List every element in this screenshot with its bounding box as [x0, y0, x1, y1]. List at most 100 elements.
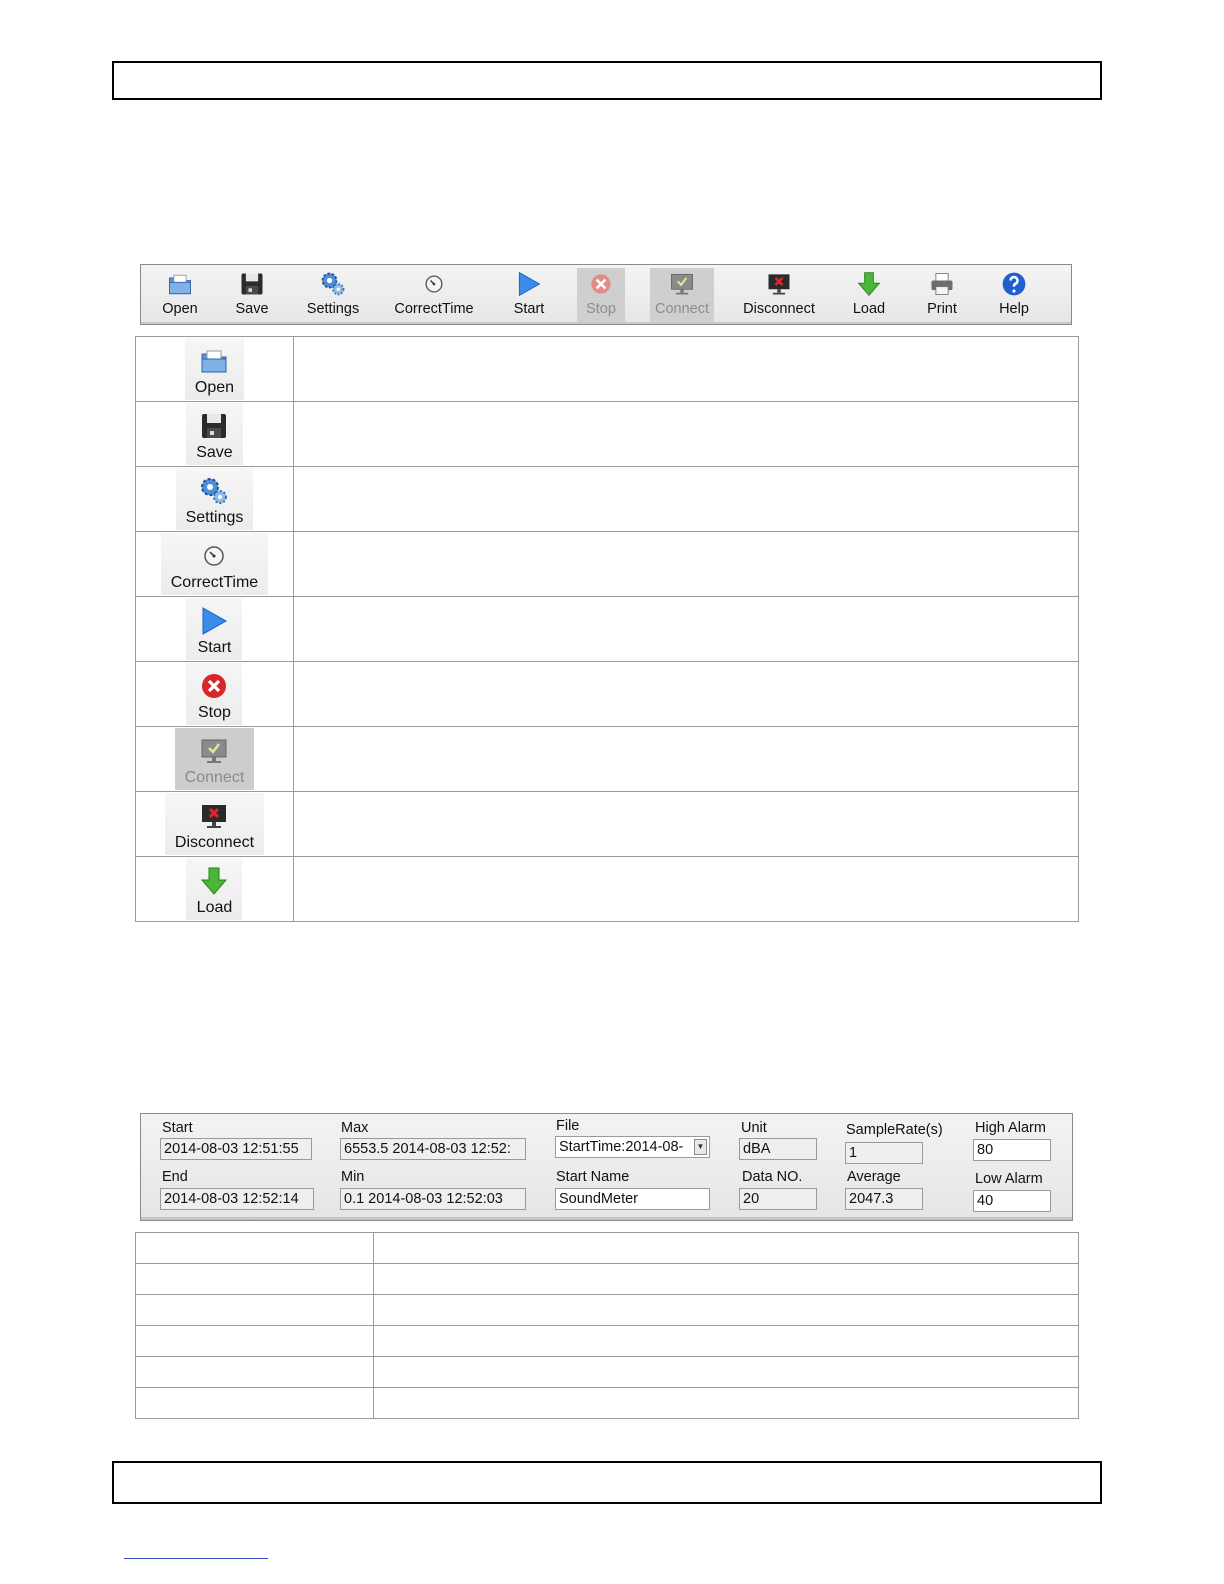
stop-button-image: Stop — [186, 663, 243, 725]
floppy-disk-icon — [196, 408, 232, 444]
high-alarm-input[interactable]: 80 — [973, 1139, 1051, 1161]
table-row: Stop — [135, 661, 1080, 727]
table-row — [135, 1294, 1080, 1326]
sample-rate-field: 1 — [845, 1142, 923, 1164]
max-label: Max — [341, 1120, 369, 1136]
table-row: Save — [135, 401, 1080, 467]
low-alarm-label: Low Alarm — [975, 1171, 1043, 1187]
file-dropdown-value: StartTime:2014-08- — [559, 1139, 684, 1155]
high-alarm-label: High Alarm — [975, 1120, 1046, 1136]
sample-rate-label: SampleRate(s) — [846, 1122, 943, 1138]
unit-field: dBA — [739, 1138, 817, 1160]
table-row — [135, 1232, 1080, 1264]
table-row — [135, 1356, 1080, 1388]
toolbar-button-label: Save — [235, 301, 269, 317]
unit-label: Unit — [741, 1120, 767, 1136]
correcttime-button-image: CorrectTime — [160, 533, 269, 595]
monitor-x-icon — [196, 798, 232, 834]
folder-icon — [165, 269, 195, 299]
field-description-table — [135, 1232, 1080, 1419]
low-alarm-input[interactable]: 40 — [973, 1190, 1051, 1212]
toolbar-correcttime-button[interactable]: CorrectTime — [389, 268, 479, 322]
page-footer-box — [112, 1461, 1102, 1504]
footer-link-underline[interactable] — [124, 1558, 268, 1559]
description-cell — [292, 596, 1080, 662]
icon-label: Start — [197, 639, 232, 656]
start-name-label: Start Name — [556, 1169, 630, 1185]
table-row — [135, 1263, 1080, 1295]
toolbar-button-label: CorrectTime — [394, 301, 474, 317]
help-question-icon — [999, 269, 1029, 299]
play-triangle-icon — [514, 269, 544, 299]
clock-icon — [419, 269, 449, 299]
icon-label: Open — [194, 379, 235, 396]
printer-icon — [927, 269, 957, 299]
description-cell — [292, 466, 1080, 532]
icon-label: CorrectTime — [170, 574, 259, 591]
min-label: Min — [341, 1169, 365, 1185]
toolbar-icon-table: Open Save Settings CorrectTime Start Sto… — [135, 336, 1080, 922]
toolbar-start-button[interactable]: Start — [501, 268, 557, 322]
description-cell — [292, 336, 1080, 402]
stop-x-icon — [586, 269, 616, 299]
table-row: Start — [135, 596, 1080, 662]
clock-icon — [196, 538, 232, 574]
table-row: Settings — [135, 466, 1080, 532]
icon-label: Disconnect — [174, 834, 255, 851]
table-row — [135, 1325, 1080, 1357]
description-cell — [292, 661, 1080, 727]
monitor-check-icon — [196, 733, 232, 769]
end-field: 2014-08-03 12:52:14 — [160, 1188, 314, 1210]
toolbar-button-label: Settings — [306, 301, 360, 317]
toolbar-button-label: Start — [513, 301, 545, 317]
table-row: Open — [135, 336, 1080, 402]
file-label: File — [556, 1118, 580, 1134]
toolbar-load-button[interactable]: Load — [841, 268, 897, 322]
toolbar-save-button[interactable]: Save — [221, 268, 283, 322]
toolbar-button-label: Disconnect — [743, 301, 815, 317]
file-dropdown[interactable]: StartTime:2014-08- ▼ — [555, 1136, 710, 1158]
gears-icon — [196, 473, 232, 509]
disconnect-button-image: Disconnect — [164, 793, 265, 855]
main-toolbar: Open Save Settings CorrectTime Start Sto… — [140, 264, 1072, 325]
data-no-label: Data NO. — [742, 1169, 803, 1185]
monitor-x-icon — [764, 269, 794, 299]
toolbar-help-button[interactable]: Help — [987, 268, 1041, 322]
toolbar-button-label: Load — [852, 301, 886, 317]
data-no-field: 20 — [739, 1188, 817, 1210]
toolbar-connect-button[interactable]: Connect — [650, 268, 714, 322]
table-row: Load — [135, 856, 1080, 922]
start-label: Start — [162, 1120, 193, 1136]
min-field: 0.1 2014-08-03 12:52:03 — [340, 1188, 526, 1210]
max-field: 6553.5 2014-08-03 12:52: — [340, 1138, 526, 1160]
chevron-down-icon[interactable]: ▼ — [694, 1139, 707, 1155]
description-cell — [292, 531, 1080, 597]
average-field: 2047.3 — [845, 1188, 923, 1210]
average-label: Average — [847, 1169, 901, 1185]
stop-x-icon — [196, 668, 232, 704]
table-row: CorrectTime — [135, 531, 1080, 597]
toolbar-print-button[interactable]: Print — [915, 268, 969, 322]
toolbar-stop-button[interactable]: Stop — [577, 268, 625, 322]
floppy-disk-icon — [237, 269, 267, 299]
down-arrow-icon — [854, 269, 884, 299]
open-button-image: Open — [184, 338, 245, 400]
toolbar-settings-button[interactable]: Settings — [299, 268, 367, 322]
icon-label: Load — [196, 899, 233, 916]
load-button-image: Load — [186, 858, 243, 920]
toolbar-disconnect-button[interactable]: Disconnect — [739, 268, 819, 322]
description-cell — [292, 856, 1080, 922]
down-arrow-icon — [196, 863, 232, 899]
table-row: Connect — [135, 726, 1080, 792]
page-header-box — [112, 61, 1102, 100]
table-row — [135, 1387, 1080, 1419]
description-cell — [292, 791, 1080, 857]
toolbar-button-label: Print — [927, 301, 957, 317]
play-triangle-icon — [196, 603, 232, 639]
measurement-info-panel: Start 2014-08-03 12:51:55 End 2014-08-03… — [140, 1113, 1073, 1221]
toolbar-open-button[interactable]: Open — [149, 268, 211, 322]
save-button-image: Save — [186, 403, 243, 465]
start-name-input[interactable]: SoundMeter — [555, 1188, 710, 1210]
icon-label: Stop — [198, 704, 231, 721]
start-button-image: Start — [186, 598, 243, 660]
